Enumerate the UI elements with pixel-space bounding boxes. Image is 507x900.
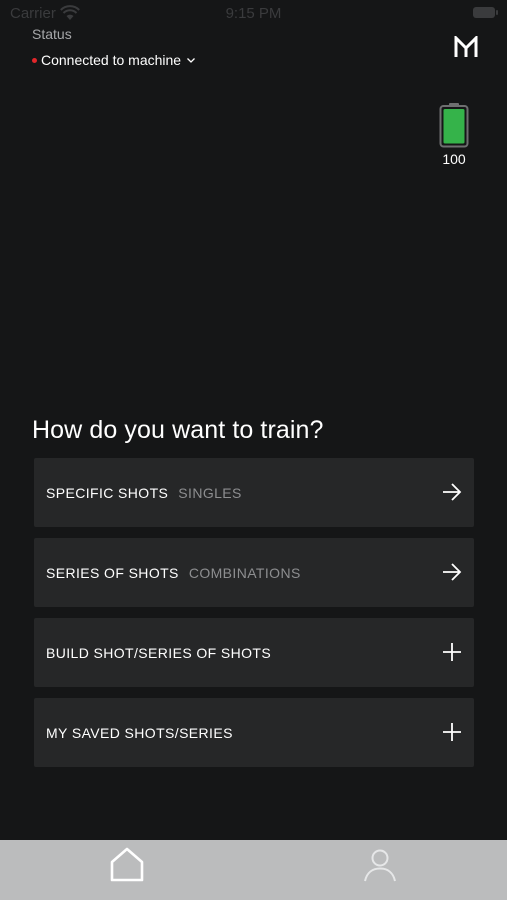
connection-indicator-dot: [32, 57, 37, 63]
machine-battery-icon: [439, 103, 469, 148]
plus-icon: [443, 723, 461, 741]
option-my-saved-shots[interactable]: MY SAVED SHOTS/SERIES: [34, 698, 474, 767]
option-series-of-shots[interactable]: SERIES OF SHOTS COMBINATIONS: [34, 538, 474, 607]
tab-bar: [0, 840, 507, 900]
option-label: BUILD SHOT/SERIES OF SHOTS: [46, 644, 272, 661]
ios-status-bar: Carrier 9:15 PM: [0, 0, 507, 28]
option-sublabel: COMBINATIONS: [188, 564, 301, 581]
person-icon[interactable]: [361, 845, 399, 883]
clock-time: 9:15 PM: [225, 5, 282, 22]
connection-selector[interactable]: Connected to machine: [32, 51, 196, 69]
option-specific-shots[interactable]: SPECIFIC SHOTS SINGLES: [34, 458, 474, 527]
app-screen: Carrier 9:15 PM Status Connected to mach…: [0, 0, 507, 900]
phone-battery-tip: [496, 10, 498, 15]
training-title: How do you want to train?: [32, 416, 324, 444]
machine-battery-fill: [443, 109, 465, 144]
phone-battery-icon: [473, 7, 495, 18]
plus-icon: [443, 643, 461, 661]
option-label: SPECIFIC SHOTS: [46, 484, 169, 501]
status-label: Status: [32, 26, 72, 42]
option-label: SERIES OF SHOTS: [46, 564, 179, 581]
home-icon[interactable]: [108, 845, 146, 883]
option-build-shot-series[interactable]: BUILD SHOT/SERIES OF SHOTS: [34, 618, 474, 687]
m-logo-icon[interactable]: [454, 36, 478, 58]
chevron-down-icon: [187, 58, 196, 63]
option-sublabel: SINGLES: [178, 484, 242, 501]
option-label: MY SAVED SHOTS/SERIES: [46, 724, 233, 741]
connection-status-text: Connected to machine: [41, 52, 182, 68]
arrow-right-icon: [443, 563, 462, 581]
arrow-right-icon: [443, 483, 462, 501]
machine-battery-value: 100: [442, 151, 466, 167]
